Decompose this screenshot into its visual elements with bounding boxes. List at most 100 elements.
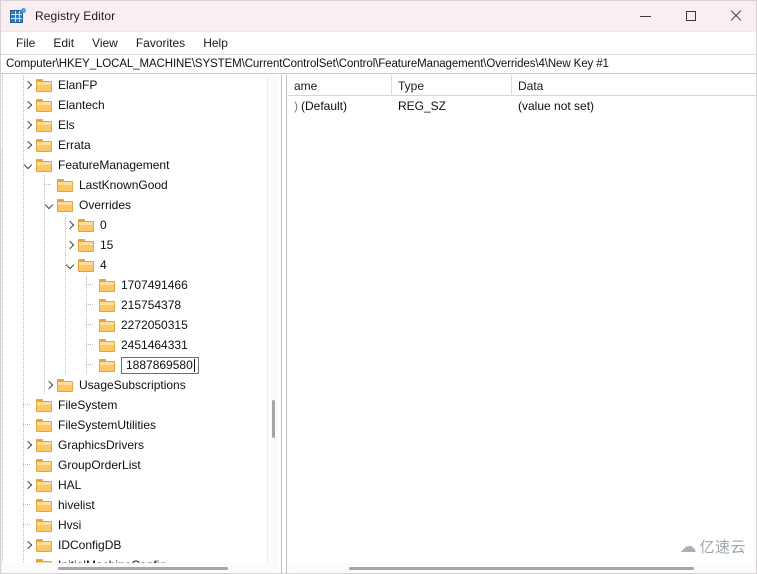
tree-guide-line <box>2 255 3 275</box>
tree-item-els[interactable]: Els <box>2 115 280 135</box>
chevron-right-icon[interactable] <box>20 537 36 553</box>
tree-guide-line <box>2 235 3 255</box>
folder-icon <box>78 258 95 272</box>
tree-item-usagesubscriptions[interactable]: UsageSubscriptions <box>2 375 280 395</box>
tree-guide-line <box>44 255 45 275</box>
close-button[interactable] <box>713 1 756 32</box>
menu-item-help[interactable]: Help <box>194 34 237 52</box>
menu-item-view[interactable]: View <box>83 34 127 52</box>
tree-guide-line <box>44 335 45 355</box>
chevron-right-icon[interactable] <box>20 77 36 93</box>
panel-splitter[interactable] <box>281 75 287 573</box>
chevron-right-icon[interactable] <box>62 217 78 233</box>
chevron-right-icon[interactable] <box>20 97 36 113</box>
tree-item-0[interactable]: 0 <box>2 215 280 235</box>
folder-icon <box>78 218 95 232</box>
tree-item-2451464331[interactable]: 2451464331 <box>2 335 280 355</box>
minimize-button[interactable] <box>623 1 668 32</box>
tree-guide-line <box>44 235 45 255</box>
content-area: ElanFP Elantech Els Errata FeatureManagement… <box>1 75 756 573</box>
tree-item-label: 215754378 <box>121 298 182 312</box>
registry-editor-window: Registry Editor File Edit View Favorites… <box>0 0 757 574</box>
address-bar[interactable]: Computer\HKEY_LOCAL_MACHINE\SYSTEM\Curre… <box>1 54 756 74</box>
watermark: ☁ 亿速云 <box>679 536 746 557</box>
tree-item-4[interactable]: 4 <box>2 255 280 275</box>
tree-guide-line <box>23 255 24 275</box>
tree-item-overrides[interactable]: Overrides <box>2 195 280 215</box>
value-list-horizontal-scrollbar[interactable] <box>289 563 755 573</box>
tree-item-initialmachineconfig[interactable]: InitialMachineConfig <box>2 555 280 563</box>
column-header-name[interactable]: ame <box>288 75 392 96</box>
tree-guide-line <box>44 275 45 295</box>
menu-item-favorites[interactable]: Favorites <box>127 34 194 52</box>
folder-icon <box>36 518 53 532</box>
tree-item-featuremanagement[interactable]: FeatureManagement <box>2 155 280 175</box>
chevron-down-icon[interactable] <box>20 157 36 173</box>
tree-item-grouporderlist[interactable]: GroupOrderList <box>2 455 280 475</box>
folder-icon <box>36 138 53 152</box>
chevron-down-icon[interactable] <box>62 257 78 273</box>
tree-item-label: ElanFP <box>58 78 98 92</box>
registry-tree-panel[interactable]: ElanFP Elantech Els Errata FeatureManagement… <box>2 75 280 563</box>
folder-icon <box>36 478 53 492</box>
tree-item-hvsi[interactable]: Hvsi <box>2 515 280 535</box>
menu-item-file[interactable]: File <box>7 34 44 52</box>
tree-item-label: 2272050315 <box>121 318 188 332</box>
tree-item-filesystem[interactable]: FileSystem <box>2 395 280 415</box>
menu-item-edit[interactable]: Edit <box>44 34 83 52</box>
tree-guide-line <box>2 295 3 315</box>
title-bar[interactable]: Registry Editor <box>1 1 756 32</box>
tree-item-hal[interactable]: HAL <box>2 475 280 495</box>
watermark-text: 亿速云 <box>699 538 746 556</box>
value-list-panel[interactable]: ame Type Data ) (Default) REG_SZ (value … <box>288 75 756 563</box>
chevron-down-icon[interactable] <box>41 197 57 213</box>
tree-item-label: 0 <box>100 218 107 232</box>
tree-item-hivelist[interactable]: hivelist <box>2 495 280 515</box>
maximize-button[interactable] <box>668 1 713 32</box>
tree-guide-line <box>2 275 3 295</box>
chevron-right-icon[interactable] <box>20 137 36 153</box>
tree-item-label: FileSystem <box>58 398 118 412</box>
tree-item-elantech[interactable]: Elantech <box>2 95 280 115</box>
registry-grid-icon <box>10 8 26 24</box>
ab-string-icon: ) <box>294 99 298 113</box>
table-row[interactable]: ) (Default) REG_SZ (value not set) <box>288 96 756 116</box>
chevron-right-icon[interactable] <box>62 237 78 253</box>
tree-item-elanfp[interactable]: ElanFP <box>2 75 280 95</box>
chevron-right-icon[interactable] <box>41 377 57 393</box>
tree-item-idconfigdb[interactable]: IDConfigDB <box>2 535 280 555</box>
tree-item-1887869580[interactable]: 1887869580 <box>2 355 280 375</box>
rename-key-input[interactable]: 1887869580 <box>121 356 199 374</box>
chevron-right-icon[interactable] <box>20 477 36 493</box>
tree-vertical-scrollbar[interactable] <box>267 75 278 563</box>
tree-item-label: LastKnownGood <box>79 178 168 192</box>
tree-item-errata[interactable]: Errata <box>2 135 280 155</box>
tree-guide-line <box>2 315 3 335</box>
chevron-right-icon[interactable] <box>20 437 36 453</box>
tree-item-label: UsageSubscriptions <box>79 378 186 392</box>
tree-horizontal-scroll-thumb[interactable] <box>58 567 228 570</box>
tree-guide-line <box>23 335 24 355</box>
tree-item-graphicsdrivers[interactable]: GraphicsDrivers <box>2 435 280 455</box>
value-type: REG_SZ <box>398 99 447 113</box>
tree-item-filesystemutilities[interactable]: FileSystemUtilities <box>2 415 280 435</box>
tree-item-2272050315[interactable]: 2272050315 <box>2 315 280 335</box>
column-header-data[interactable]: Data <box>512 75 756 96</box>
tree-item-lastknowngood[interactable]: LastKnownGood <box>2 175 280 195</box>
column-header-type[interactable]: Type <box>392 75 512 96</box>
tree-item-15[interactable]: 15 <box>2 235 280 255</box>
tree-item-label: 2451464331 <box>121 338 188 352</box>
chevron-right-icon[interactable] <box>20 117 36 133</box>
tree-guide-line <box>65 275 66 295</box>
tree-item-label: FeatureManagement <box>58 158 170 172</box>
value-list-horizontal-scroll-thumb[interactable] <box>349 567 694 570</box>
tree-item-label: Overrides <box>79 198 132 212</box>
tree-item-215754378[interactable]: 215754378 <box>2 295 280 315</box>
folder-icon <box>36 398 53 412</box>
tree-horizontal-scrollbar[interactable] <box>2 563 279 573</box>
tree-vertical-scroll-thumb[interactable] <box>272 400 275 438</box>
tree-item-label: FileSystemUtilities <box>58 418 157 432</box>
tree-item-1707491466[interactable]: 1707491466 <box>2 275 280 295</box>
